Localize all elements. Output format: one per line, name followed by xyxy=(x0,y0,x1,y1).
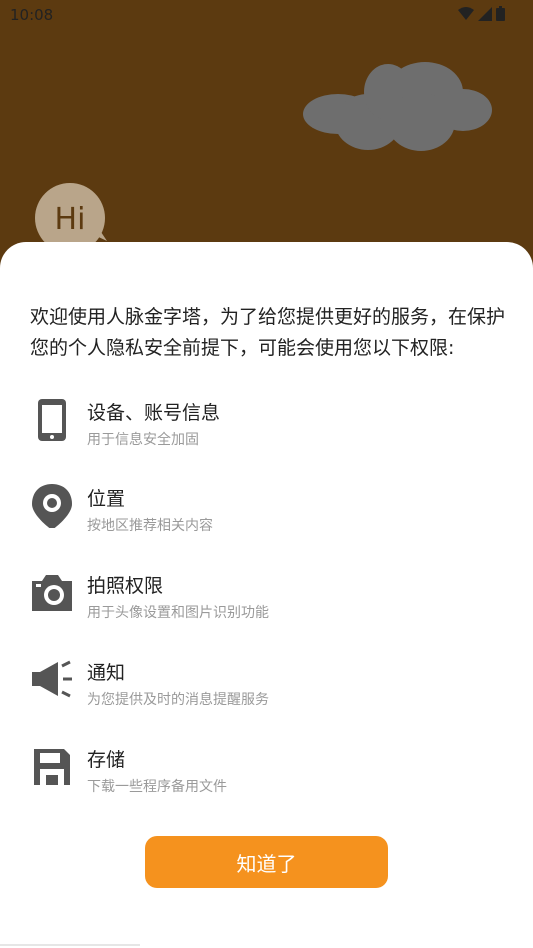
save-icon xyxy=(34,749,70,785)
permission-item-camera: 拍照权限 用于头像设置和图片识别功能 xyxy=(0,565,533,625)
permission-desc: 用于信息安全加固 xyxy=(87,432,199,448)
confirm-button[interactable]: 知道了 xyxy=(145,836,388,888)
signal-icon xyxy=(478,6,492,21)
status-icons xyxy=(458,6,505,21)
hi-bubble-icon: Hi xyxy=(35,183,107,245)
permission-dialog: 欢迎使用人脉金字塔，为了给您提供更好的服务，在保护您的个人隐私安全前提下，可能会… xyxy=(0,242,533,948)
intro-text: 欢迎使用人脉金字塔，为了给您提供更好的服务，在保护您的个人隐私安全前提下，可能会… xyxy=(30,306,506,359)
phone-icon xyxy=(38,399,66,441)
permission-item-device: 设备、账号信息 用于信息安全加固 xyxy=(0,392,533,452)
permission-item-notification: 通知 为您提供及时的消息提醒服务 xyxy=(0,652,533,712)
permission-item-location: 位置 按地区推荐相关内容 xyxy=(0,478,533,538)
camera-icon xyxy=(32,575,72,611)
hi-text: Hi xyxy=(55,202,86,237)
permission-title: 拍照权限 xyxy=(87,575,164,597)
status-time: 10:08 xyxy=(10,6,54,24)
permission-title: 位置 xyxy=(87,488,126,510)
permission-title: 存储 xyxy=(87,749,126,771)
location-pin-icon xyxy=(32,484,72,528)
status-bar: 10:08 xyxy=(0,0,533,30)
battery-icon xyxy=(496,6,505,21)
wifi-icon xyxy=(458,6,474,20)
permission-title: 通知 xyxy=(87,662,126,684)
permission-desc: 为您提供及时的消息提醒服务 xyxy=(87,692,269,708)
permission-title: 设备、账号信息 xyxy=(87,402,221,424)
permission-item-storage: 存储 下载一些程序备用文件 xyxy=(0,739,533,799)
cloud-illustration xyxy=(303,62,492,151)
home-indicator xyxy=(0,944,140,946)
permission-desc: 按地区推荐相关内容 xyxy=(87,518,213,534)
permission-desc: 用于头像设置和图片识别功能 xyxy=(87,605,269,621)
speaker-icon xyxy=(32,660,72,698)
permission-desc: 下载一些程序备用文件 xyxy=(87,779,227,795)
